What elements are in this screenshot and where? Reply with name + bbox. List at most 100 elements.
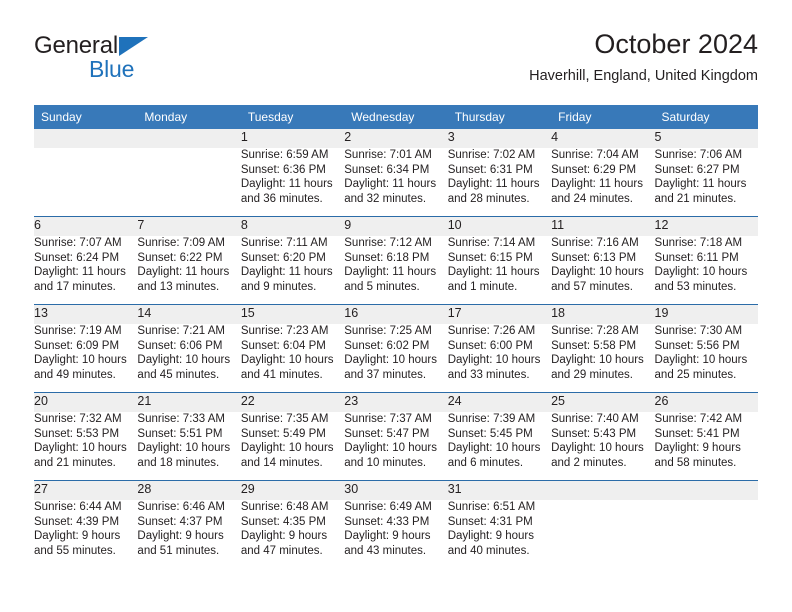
calendar-grid: Sunday Monday Tuesday Wednesday Thursday… xyxy=(34,105,758,568)
day-daylight-1-text: Daylight: 11 hours xyxy=(137,266,230,279)
day-cell[interactable]: Sunrise: 6:59 AM Sunset: 6:36 PM Daylight:… xyxy=(240,148,345,216)
day-daylight-2-text: and 32 minutes. xyxy=(344,192,427,205)
day-daylight-1-text: Daylight: 9 hours xyxy=(654,442,741,455)
day-daylight-1-text: Daylight: 10 hours xyxy=(34,354,127,367)
day-daylight-2-text: and 41 minutes. xyxy=(240,368,323,381)
calendar-body: 1 2 3 4 5 Sunrise: 6:59 AM Sunset: 6:36 PM Dayl… xyxy=(34,129,758,568)
day-daylight-2-text: and 45 minutes. xyxy=(137,368,220,381)
day-sunrise-text: Sunrise: 7:40 AM xyxy=(551,413,639,425)
day-number-row: 6 7 8 9 10 11 12 xyxy=(34,217,758,236)
day-daylight-1-text: Daylight: 10 hours xyxy=(137,442,231,455)
day-cell[interactable]: Sunrise: 6:51 AM Sunset: 4:31 PM Daylight:… xyxy=(447,500,552,568)
day-number[interactable]: 22 xyxy=(240,393,345,412)
day-number[interactable]: 17 xyxy=(447,305,552,324)
day-cell[interactable]: Sunrise: 7:32 AM Sunset: 5:53 PM Daylight:… xyxy=(34,412,138,480)
day-daylight-2-text: and 55 minutes. xyxy=(34,544,116,557)
day-daylight-2-text: and 25 minutes. xyxy=(654,368,737,381)
day-cell[interactable]: Sunrise: 7:12 AM Sunset: 6:18 PM Daylight:… xyxy=(344,236,448,304)
day-sunset-text: Sunset: 6:18 PM xyxy=(344,251,430,264)
day-daylight-1-text: Daylight: 11 hours xyxy=(447,266,540,279)
day-number[interactable]: 8 xyxy=(240,217,345,236)
day-number[interactable]: 13 xyxy=(34,305,138,324)
day-cell[interactable]: Sunrise: 7:42 AM Sunset: 5:41 PM Daylight:… xyxy=(654,412,758,480)
day-number[interactable]: 11 xyxy=(551,217,655,236)
day-sunrise-text: Sunrise: 6:46 AM xyxy=(137,501,225,513)
day-cell[interactable]: Sunrise: 7:11 AM Sunset: 6:20 PM Daylight:… xyxy=(240,236,345,304)
weekday-header-thursday: Thursday xyxy=(447,105,552,129)
day-number[interactable]: 16 xyxy=(344,305,448,324)
day-daylight-1-text: Daylight: 10 hours xyxy=(654,266,748,279)
weekday-header-sunday: Sunday xyxy=(34,105,138,129)
day-number[interactable]: 4 xyxy=(551,129,655,148)
day-number[interactable]: 14 xyxy=(137,305,241,324)
day-number[interactable]: 15 xyxy=(240,305,345,324)
day-daylight-2-text: and 43 minutes. xyxy=(344,544,427,557)
logo-text-blue: Blue xyxy=(89,56,135,82)
day-cell[interactable]: Sunrise: 7:21 AM Sunset: 6:06 PM Daylight:… xyxy=(137,324,241,392)
day-daylight-2-text: and 17 minutes. xyxy=(34,280,116,293)
day-number[interactable]: 5 xyxy=(654,129,758,148)
day-cell[interactable]: Sunrise: 7:18 AM Sunset: 6:11 PM Daylight:… xyxy=(654,236,758,304)
day-cell[interactable]: Sunrise: 7:14 AM Sunset: 6:15 PM Daylight:… xyxy=(447,236,552,304)
day-cell[interactable]: Sunrise: 7:06 AM Sunset: 6:27 PM Daylight:… xyxy=(654,148,758,216)
day-number[interactable]: 23 xyxy=(344,393,448,412)
day-number[interactable]: 30 xyxy=(344,481,448,500)
day-number[interactable]: 7 xyxy=(137,217,241,236)
day-cell[interactable]: Sunrise: 6:44 AM Sunset: 4:39 PM Daylight:… xyxy=(34,500,138,568)
day-daylight-1-text: Daylight: 9 hours xyxy=(447,530,534,543)
day-number[interactable]: 2 xyxy=(344,129,448,148)
day-cell[interactable]: Sunrise: 7:09 AM Sunset: 6:22 PM Daylight:… xyxy=(137,236,241,304)
day-sunset-text: Sunset: 5:53 PM xyxy=(34,427,120,440)
weekday-header-row: Sunday Monday Tuesday Wednesday Thursday… xyxy=(34,105,758,129)
day-cell[interactable]: Sunrise: 7:04 AM Sunset: 6:29 PM Daylight:… xyxy=(551,148,655,216)
day-sunset-text: Sunset: 4:35 PM xyxy=(240,515,326,528)
day-number[interactable]: 29 xyxy=(240,481,345,500)
day-number[interactable]: 20 xyxy=(34,393,138,412)
day-number[interactable]: 28 xyxy=(137,481,241,500)
day-detail-row: Sunrise: 6:59 AM Sunset: 6:36 PM Daylight:… xyxy=(34,148,758,216)
day-daylight-2-text: and 18 minutes. xyxy=(137,456,220,469)
day-cell[interactable]: Sunrise: 7:26 AM Sunset: 6:00 PM Daylight:… xyxy=(447,324,552,392)
day-cell[interactable]: Sunrise: 7:07 AM Sunset: 6:24 PM Daylight:… xyxy=(34,236,138,304)
day-number[interactable]: 3 xyxy=(447,129,552,148)
day-cell[interactable]: Sunrise: 7:25 AM Sunset: 6:02 PM Daylight:… xyxy=(344,324,448,392)
day-number[interactable]: 19 xyxy=(654,305,758,324)
day-cell[interactable]: Sunrise: 7:40 AM Sunset: 5:43 PM Daylight:… xyxy=(551,412,655,480)
day-cell[interactable]: Sunrise: 7:23 AM Sunset: 6:04 PM Daylight:… xyxy=(240,324,345,392)
day-cell[interactable]: Sunrise: 7:28 AM Sunset: 5:58 PM Daylight:… xyxy=(551,324,655,392)
day-number[interactable]: 26 xyxy=(654,393,758,412)
day-number[interactable]: 9 xyxy=(344,217,448,236)
day-cell[interactable]: Sunrise: 7:02 AM Sunset: 6:31 PM Daylight:… xyxy=(447,148,552,216)
day-cell[interactable]: Sunrise: 6:46 AM Sunset: 4:37 PM Daylight:… xyxy=(137,500,241,568)
day-cell[interactable]: Sunrise: 7:01 AM Sunset: 6:34 PM Daylight:… xyxy=(344,148,448,216)
day-cell[interactable]: Sunrise: 7:16 AM Sunset: 6:13 PM Daylight:… xyxy=(551,236,655,304)
day-cell[interactable]: Sunrise: 7:33 AM Sunset: 5:51 PM Daylight:… xyxy=(137,412,241,480)
day-number[interactable]: 10 xyxy=(447,217,552,236)
day-daylight-1-text: Daylight: 10 hours xyxy=(344,354,437,367)
day-cell[interactable]: Sunrise: 7:37 AM Sunset: 5:47 PM Daylight:… xyxy=(344,412,448,480)
day-number[interactable]: 21 xyxy=(137,393,241,412)
location-subtitle: Haverhill, England, United Kingdom xyxy=(529,68,758,84)
day-number[interactable]: 1 xyxy=(240,129,345,148)
day-number[interactable]: 6 xyxy=(34,217,138,236)
day-cell[interactable]: Sunrise: 7:35 AM Sunset: 5:49 PM Daylight:… xyxy=(240,412,345,480)
day-number-row: 12345 xyxy=(34,129,758,148)
day-cell[interactable]: Sunrise: 7:19 AM Sunset: 6:09 PM Daylight:… xyxy=(34,324,138,392)
day-cell[interactable]: Sunrise: 6:49 AM Sunset: 4:33 PM Daylight:… xyxy=(344,500,448,568)
day-number[interactable]: 12 xyxy=(654,217,758,236)
day-number[interactable]: 24 xyxy=(447,393,552,412)
day-cell[interactable]: Sunrise: 6:48 AM Sunset: 4:35 PM Daylight:… xyxy=(240,500,345,568)
day-cell[interactable]: Sunrise: 7:30 AM Sunset: 5:56 PM Daylight:… xyxy=(654,324,758,392)
day-daylight-1-text: Daylight: 11 hours xyxy=(240,266,333,279)
day-number[interactable]: 25 xyxy=(551,393,655,412)
day-number-row: 13 14 15 16 17 18 19 xyxy=(34,305,758,324)
day-number[interactable]: 27 xyxy=(34,481,138,500)
day-cell-empty xyxy=(654,500,758,568)
day-number[interactable]: 31 xyxy=(447,481,552,500)
day-daylight-2-text: and 24 minutes. xyxy=(551,192,633,205)
day-number[interactable]: 18 xyxy=(551,305,655,324)
day-sunrise-text: Sunrise: 7:19 AM xyxy=(34,325,122,337)
day-sunset-text: Sunset: 6:22 PM xyxy=(137,251,223,264)
page-title: October 2024 xyxy=(594,29,758,59)
day-cell[interactable]: Sunrise: 7:39 AM Sunset: 5:45 PM Daylight:… xyxy=(447,412,552,480)
